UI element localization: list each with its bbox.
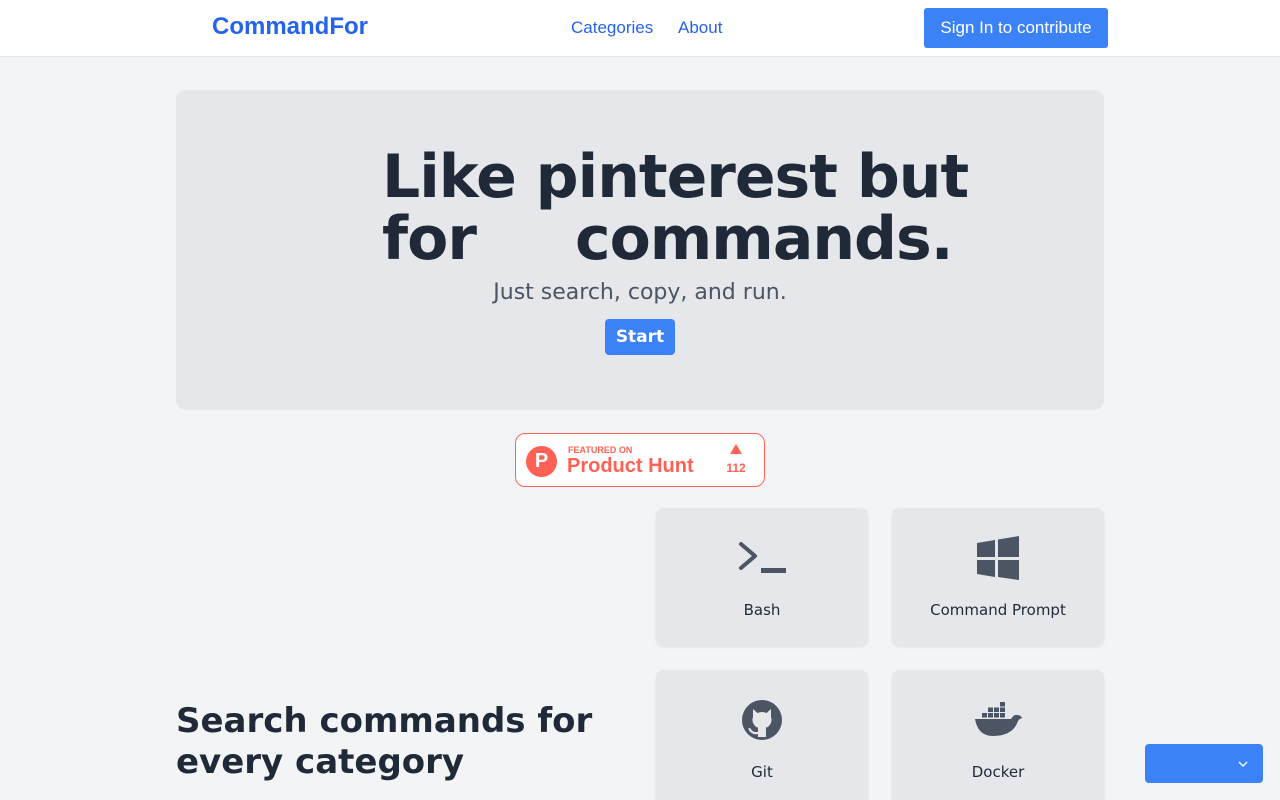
product-hunt-badge[interactable]: P FEATURED ON Product Hunt 112 bbox=[515, 433, 765, 487]
hero-tagline: Just search, copy, and run. bbox=[493, 280, 787, 305]
github-icon bbox=[737, 698, 787, 742]
product-hunt-logo-icon: P bbox=[526, 446, 557, 477]
brand-logo-link[interactable]: CommandFor bbox=[212, 13, 368, 41]
category-label: Docker bbox=[971, 763, 1025, 781]
category-label: Git bbox=[751, 763, 773, 781]
hero-title-line2-start: for bbox=[382, 204, 477, 274]
top-navbar: CommandFor Categories About Sign In to c… bbox=[0, 0, 1280, 57]
category-card-docker[interactable]: Docker bbox=[892, 670, 1104, 800]
floating-dropdown-button[interactable] bbox=[1145, 744, 1263, 783]
categories-heading-line2: every category bbox=[176, 742, 465, 782]
upvote-count: 112 bbox=[726, 461, 746, 475]
category-label: Bash bbox=[743, 601, 781, 619]
categories-heading-line1: Search commands for bbox=[176, 701, 593, 741]
windows-icon bbox=[973, 536, 1023, 580]
category-card-bash[interactable]: Bash bbox=[656, 508, 868, 646]
categories-heading: Search commands for every category bbox=[176, 701, 592, 783]
category-label: Command Prompt bbox=[930, 601, 1066, 619]
chevron-down-icon bbox=[1238, 761, 1248, 768]
hero-panel: Like pinterest but for commands. Just se… bbox=[176, 90, 1104, 410]
start-button[interactable]: Start bbox=[605, 319, 675, 355]
nav-link-about[interactable]: About bbox=[678, 18, 722, 38]
hero-title-line2-end: commands. bbox=[575, 204, 953, 274]
product-hunt-featured-label: FEATURED ON bbox=[568, 445, 633, 455]
terminal-icon bbox=[737, 536, 787, 580]
docker-icon bbox=[973, 698, 1023, 742]
category-card-command-prompt[interactable]: Command Prompt bbox=[892, 508, 1104, 646]
upvote-arrow-icon bbox=[730, 444, 742, 454]
category-card-git[interactable]: Git bbox=[656, 670, 868, 800]
product-hunt-name: Product Hunt bbox=[567, 455, 694, 477]
hero-title-line1: Like pinterest but bbox=[382, 142, 969, 212]
nav-link-categories[interactable]: Categories bbox=[571, 18, 653, 38]
sign-in-button[interactable]: Sign In to contribute bbox=[924, 8, 1108, 48]
